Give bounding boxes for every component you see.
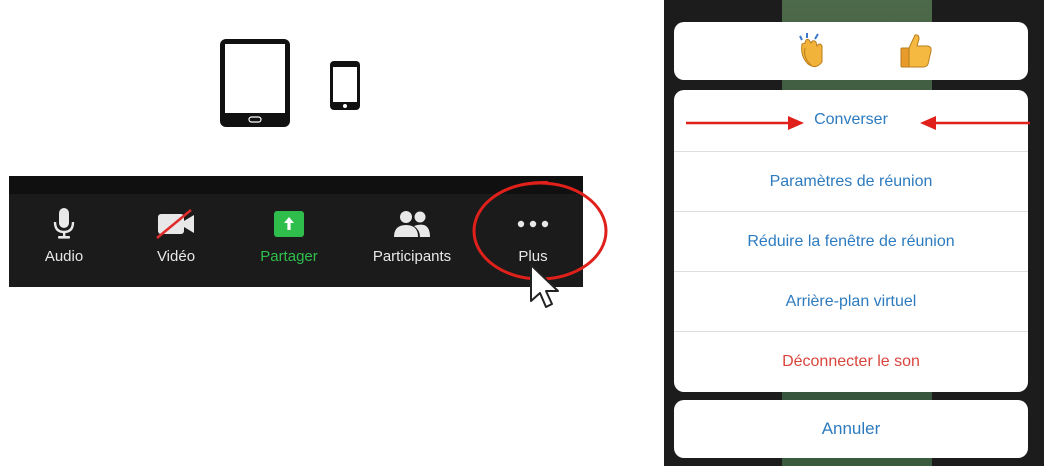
microphone-icon (53, 208, 75, 239)
phone-menu-screen: Converser Paramètres de réunion Réduire … (664, 0, 1044, 466)
video-label: Vidéo (156, 248, 196, 265)
share-label: Partager (260, 248, 318, 265)
minimize-meeting-option[interactable]: Réduire la fenêtre de réunion (674, 211, 1028, 272)
meeting-settings-option[interactable]: Paramètres de réunion (674, 151, 1028, 212)
video-button[interactable]: Vidéo (121, 206, 231, 266)
options-sheet: Converser Paramètres de réunion Réduire … (674, 90, 1028, 392)
clapping-hands-icon[interactable] (792, 30, 832, 72)
audio-label: Audio (44, 248, 84, 265)
virtual-background-option[interactable]: Arrière-plan virtuel (674, 271, 1028, 332)
annotation-arrow-left (920, 116, 1030, 130)
tablet-icon (220, 39, 290, 127)
video-off-icon (156, 209, 194, 239)
mouse-cursor-icon (530, 264, 559, 308)
cancel-sheet: Annuler (674, 400, 1028, 458)
annotation-arrow-right (686, 116, 804, 130)
reactions-sheet (674, 22, 1028, 80)
share-up-arrow-icon (274, 211, 304, 237)
smartphone-icon (330, 61, 360, 110)
participants-button[interactable]: Participants (357, 206, 467, 266)
participants-icon (394, 211, 430, 237)
cancel-button[interactable]: Annuler (674, 400, 1028, 458)
share-button[interactable]: Partager (234, 206, 344, 266)
thumbs-up-icon[interactable] (896, 30, 936, 72)
audio-button[interactable]: Audio (9, 206, 119, 266)
disconnect-audio-option[interactable]: Déconnecter le son (674, 331, 1028, 392)
participants-label: Participants (372, 248, 452, 265)
